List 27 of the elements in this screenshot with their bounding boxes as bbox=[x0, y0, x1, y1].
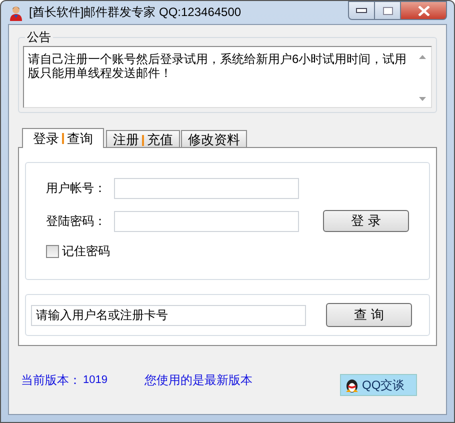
status-message: 您使用的是最新版本 bbox=[144, 372, 252, 388]
tab[interactable]: 修改资料 bbox=[181, 130, 247, 147]
window-title: [酋长软件]邮件群发专家 QQ:123464500 bbox=[29, 4, 242, 21]
close-icon bbox=[418, 6, 430, 16]
account-field[interactable] bbox=[114, 178, 299, 199]
version-label: 当前版本： bbox=[21, 372, 81, 388]
field-label: 登陆密码： bbox=[46, 212, 107, 230]
checkbox-label: 记住密码 bbox=[62, 243, 110, 260]
penguin-icon bbox=[345, 377, 359, 393]
close-button[interactable] bbox=[401, 1, 447, 20]
scroll-up-icon[interactable] bbox=[419, 55, 426, 59]
chat-button[interactable]: QQ交谈 bbox=[340, 374, 417, 396]
field-label: 用户帐号： bbox=[46, 180, 107, 197]
tab[interactable]: 注册 充值 bbox=[106, 130, 180, 147]
maximize-button[interactable] bbox=[375, 1, 401, 20]
minimize-button[interactable] bbox=[348, 1, 375, 20]
checkbox[interactable] bbox=[46, 245, 59, 258]
query-button[interactable]: 查 询 bbox=[326, 303, 412, 327]
person-icon bbox=[8, 4, 24, 20]
tab[interactable]: 登录 查询 bbox=[22, 128, 104, 148]
query-field[interactable]: 请输入用户名或注册卡号 bbox=[31, 304, 306, 326]
scroll-down-icon[interactable] bbox=[419, 97, 426, 101]
login-button[interactable]: 登 录 bbox=[323, 210, 409, 232]
group-label: 公告 bbox=[26, 29, 52, 46]
version-number: 1019 bbox=[83, 374, 108, 386]
notice-textbox[interactable]: 请自己注册一个账号然后登录试用，系统给新用户6小时试用时间，试用版只能用单线程发送邮件！ bbox=[23, 46, 432, 108]
password-field[interactable] bbox=[114, 210, 299, 232]
